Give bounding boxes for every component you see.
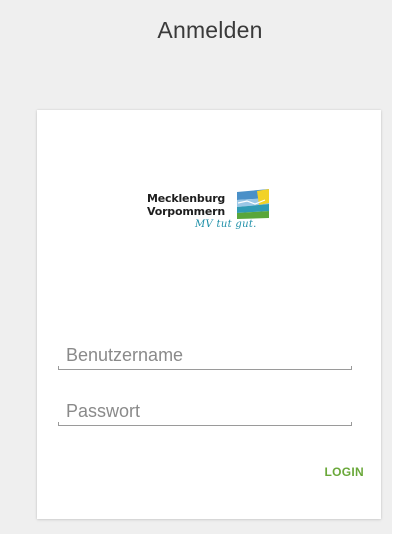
username-underline bbox=[58, 366, 352, 370]
login-card: Mecklenburg Vorpommern MV tut gut. LOGIN bbox=[37, 110, 381, 519]
login-button[interactable]: LOGIN bbox=[304, 460, 364, 484]
password-field-wrapper bbox=[58, 398, 352, 426]
username-input[interactable] bbox=[66, 342, 346, 368]
logo-slogan: MV tut gut. bbox=[195, 219, 257, 230]
page-title: Anmelden bbox=[157, 17, 263, 43]
landscape-flag-icon bbox=[237, 189, 269, 219]
logo-text-line1: Mecklenburg bbox=[147, 192, 226, 205]
password-underline bbox=[58, 422, 352, 426]
username-field-wrapper bbox=[58, 342, 352, 370]
logo-text-line2: Vorpommern bbox=[147, 205, 225, 218]
page-background: Anmelden Mecklenburg Vorpommern MV tut g… bbox=[0, 0, 392, 534]
brand-logo: Mecklenburg Vorpommern MV tut gut. bbox=[147, 189, 282, 264]
password-input[interactable] bbox=[66, 398, 346, 424]
